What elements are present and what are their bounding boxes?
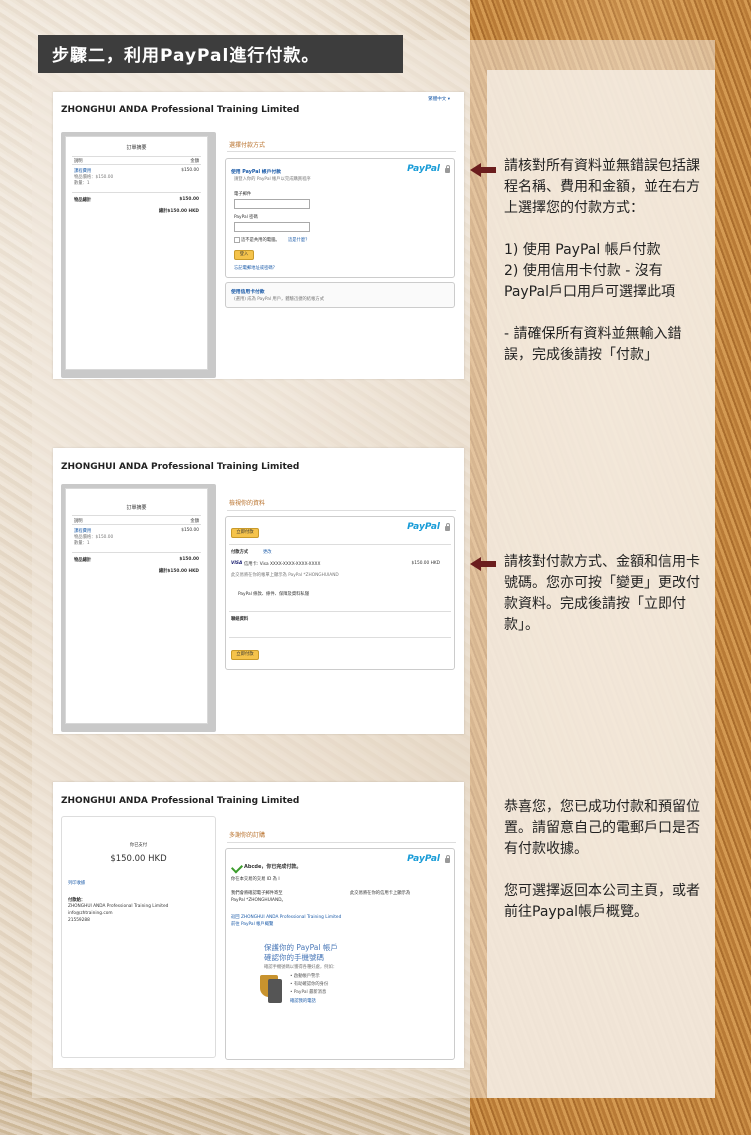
visa-icon: VISA [231,561,243,566]
payee-name: ZHONGHUI ANDA Professional Training Limi… [68,904,169,909]
return-link[interactable]: 返回 ZHONGHUI ANDA Professional Training L… [231,914,341,920]
paypal-login-box: PayPal 使用 PayPal 帳戶付款 請登入你的 PayPal 帳戶以完成… [225,158,455,278]
paypal-logo: PayPal [407,854,440,864]
paid-label: 你已支付 [129,843,148,848]
lock-icon [445,855,450,863]
order-summary: 訂單摘要 說明 金額 課程費用 $150.00 物品價格：$150.00 數量：… [65,136,208,370]
description-step1: 請核對所有資料並無錯誤包括課程名稱、費用和金額，並在右方上選擇您的付款方式： 1… [504,158,700,363]
order-summary-title: 訂單摘要 [126,505,147,511]
item-amount: $150.00 [181,168,199,173]
done-line: Abcde，你已完成付款。 [244,864,302,870]
subtotal-label: 物品總計 [74,198,92,203]
check-icon [230,861,244,874]
item-qty: 數量：1 [74,181,90,186]
order-summary-title: 訂單摘要 [126,145,147,151]
screenshot-confirmation: ZHONGHUI ANDA Professional Training Limi… [53,782,464,1068]
section-title: 多謝你的訂購 [229,832,266,839]
phone-icon [268,979,282,1003]
promo-bullet-2: • 有助確認你的身份 [290,982,329,987]
receipt-panel: 你已支付 $150.00 HKD 列印收據 付款給： ZHONGHUI ANDA… [61,816,216,1058]
email-label: 電子郵件 [234,192,252,197]
statement-line: 此交易將在你的信用卡上顯示為 [350,891,411,896]
confirmation-box: PayPal Abcde，你已完成付款。 你在本交易的交易 ID 為 I 我們會… [225,848,455,1060]
forgot-link[interactable]: 忘記電郵地址或密碼？ [234,265,277,271]
credit-card-option-box[interactable]: 使用信用卡付款 (選用) 成為 PayPal 用戶，體驗迅捷的結帳方式 [225,282,455,308]
section-title: 選擇付款方式 [229,142,266,149]
order-summary: 訂單摘要 說明 金額 課程費用 $150.00 物品價格：$150.00 數量：… [65,488,208,724]
whats-this-link[interactable]: 這是什麼？ [288,237,309,243]
public-pc-checkbox[interactable] [234,237,240,243]
email-input[interactable] [234,199,310,209]
terms-line[interactable]: PayPal 條款、條件、保障及資料私隱 [238,591,309,597]
item-amount: $150.00 [181,528,199,533]
pay-now-button[interactable]: 立即付款 [231,650,259,660]
login-button[interactable]: 登入 [234,250,254,260]
payee-email: info@zhtraining.com [68,911,113,916]
description-step3: 恭喜您，您已成功付款和預留位置。請留意自己的電郵戶口是否有付款收據。 您可選擇返… [504,799,700,920]
arrow-left-icon [470,163,496,177]
screenshot-review: ZHONGHUI ANDA Professional Training Limi… [53,448,464,734]
payee-phone: 21559288 [68,918,90,923]
language-select[interactable]: 繁體中文 ▾ [428,96,450,102]
password-input[interactable] [234,222,310,232]
paypal-option[interactable]: 使用 PayPal 帳戶付款 [231,168,281,175]
lock-icon [445,165,450,173]
total-value: 總計$150.00 HKD [158,209,199,214]
card-hint: (選用) 成為 PayPal 用戶，體驗迅捷的結帳方式 [234,297,324,302]
card-amount: $150.00 HKD [411,561,441,566]
email-note: 我們會將確認電子郵件寄至 [231,891,283,896]
subtotal-label: 物品總計 [74,558,92,563]
pay-now-button-top[interactable]: 立即付款 [231,528,259,538]
lock-icon [445,523,450,531]
paypal-logo: PayPal [407,522,440,532]
promo-bullet-3: • PayPal 最新消息 [290,990,327,995]
card-line: 信用卡: Visa XXXX-XXXX-XXXX-XXXX [244,562,321,567]
promo-bullet-1: • 啟動帳戶警示 [290,974,320,979]
arrow-left-icon [470,557,496,571]
description-step2: 請核對付款方式、金額和信用卡號碼。您亦可按「變更」更改付款資料。完成後請按「立即… [504,554,700,633]
company-name: ZHONGHUI ANDA Professional Training Limi… [61,796,300,806]
password-label: PayPal 密碼 [234,215,258,220]
payee-label: 付款給： [68,898,86,903]
statement-line: 此交易將在你的帳單上顯示為 PayPal *ZHONGHUIAND [231,573,339,578]
paypal-hint: 請登入你的 PayPal 帳戶以完成購買程序 [234,177,311,182]
change-link[interactable]: 更改 [263,549,272,555]
company-name: ZHONGHUI ANDA Professional Training Limi… [61,462,300,472]
paypal-logo: PayPal [407,164,440,174]
card-option[interactable]: 使用信用卡付款 [231,288,265,295]
order-summary-frame: 訂單摘要 說明 金額 課程費用 $150.00 物品價格：$150.00 數量：… [61,132,216,378]
contact-label: 聯絡資料 [231,617,249,622]
page-title: 步驟二，利用PayPal進行付款。 [52,46,320,66]
section-title: 檢視你的資料 [229,500,266,507]
promo-sub: 確認手機號碼以獲得各種好處，例如： [264,965,338,970]
paid-amount: $150.00 HKD [110,854,167,864]
account-link[interactable]: 前往 PayPal 帳戶概覽 [231,921,273,927]
review-box: PayPal 立即付款 付款方式 更改 VISA 信用卡: Visa XXXX-… [225,516,455,670]
txn-line: 你在本交易的交易 ID 為 I [231,877,280,882]
company-name: ZHONGHUI ANDA Professional Training Limi… [61,105,300,115]
subtotal-value: $150.00 [179,557,199,562]
print-receipt-link[interactable]: 列印收據 [68,880,85,886]
promo-title-2: 確認你的手機號碼 [264,953,324,962]
payment-method-label: 付款方式 [231,550,249,555]
confirm-phone-link[interactable]: 確認我的電話 [290,998,316,1004]
public-pc-label: 這不是共用的電腦。 [241,238,280,243]
order-summary-frame: 訂單摘要 說明 金額 課程費用 $150.00 物品價格：$150.00 數量：… [61,484,216,732]
total-value: 總計$150.00 HKD [158,569,199,574]
screenshot-select-payment: 繁體中文 ▾ ZHONGHUI ANDA Professional Traini… [53,92,464,379]
merchant-line: PayPal *ZHONGHUIAND。 [231,898,286,903]
item-qty: 數量：1 [74,541,90,546]
subtotal-value: $150.00 [179,197,199,202]
